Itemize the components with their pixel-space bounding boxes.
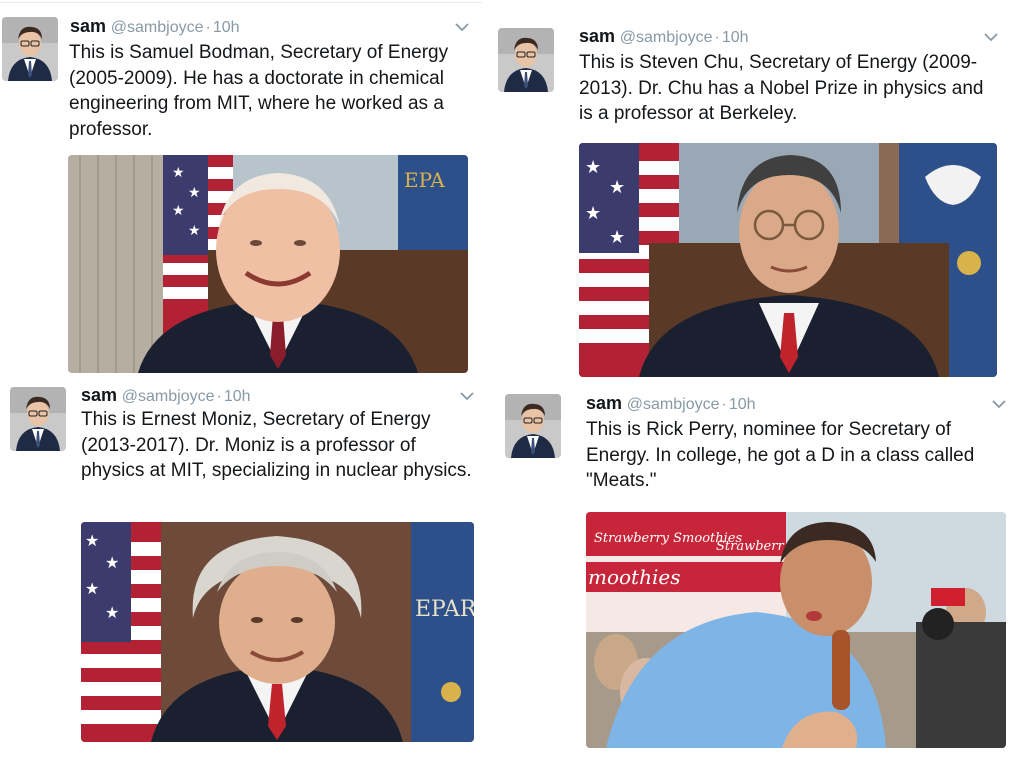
- display-name[interactable]: sam: [81, 385, 117, 405]
- avatar[interactable]: [10, 387, 66, 451]
- svg-text:★: ★: [105, 553, 119, 572]
- separator-dot: ·: [205, 19, 211, 36]
- tweet-text: This is Samuel Bodman, Secretary of Ener…: [69, 42, 449, 140]
- tweet-text: This is Rick Perry, nominee for Secretar…: [586, 419, 975, 491]
- display-name[interactable]: sam: [586, 393, 622, 413]
- tweet-photo[interactable]: ★ ★ ★ ★ EPAR: [81, 522, 474, 742]
- svg-text:★: ★: [188, 185, 201, 201]
- timestamp[interactable]: 10h: [722, 29, 749, 46]
- svg-text:★: ★: [188, 223, 201, 239]
- seal-text: EPA: [404, 168, 445, 192]
- username[interactable]: @sambjoyce: [627, 396, 720, 413]
- tweet-divider: [0, 2, 482, 3]
- tweet-photo[interactable]: ★ ★ ★ ★ EPA: [68, 155, 468, 373]
- username[interactable]: @sambjoyce: [111, 19, 204, 36]
- svg-text:★: ★: [85, 531, 99, 550]
- svg-text:★: ★: [585, 203, 601, 224]
- avatar[interactable]: [498, 28, 554, 92]
- tweet-text: This is Ernest Moniz, Secretary of Energ…: [81, 409, 472, 481]
- tweet-photo[interactable]: ★ ★ ★ ★: [579, 143, 997, 377]
- tweet-photo[interactable]: Strawberry Smoothies moothies Strawberr: [586, 512, 1006, 748]
- timestamp[interactable]: 10h: [224, 388, 251, 405]
- svg-text:★: ★: [172, 203, 185, 219]
- svg-text:★: ★: [85, 579, 99, 598]
- timestamp[interactable]: 10h: [729, 396, 756, 413]
- timestamp[interactable]: 10h: [213, 19, 240, 36]
- chevron-down-icon[interactable]: [992, 399, 1006, 409]
- svg-text:★: ★: [609, 227, 625, 248]
- chevron-down-icon[interactable]: [984, 32, 998, 42]
- svg-text:★: ★: [172, 165, 185, 181]
- username[interactable]: @sambjoyce: [620, 29, 713, 46]
- chevron-down-icon[interactable]: [460, 391, 474, 401]
- sign-text: Strawberr: [716, 539, 784, 554]
- svg-text:★: ★: [609, 177, 625, 198]
- chevron-down-icon[interactable]: [455, 22, 469, 32]
- display-name[interactable]: sam: [579, 26, 615, 46]
- tweet-text: This is Steven Chu, Secretary of Energy …: [579, 52, 984, 124]
- svg-text:★: ★: [105, 603, 119, 622]
- separator-dot: ·: [721, 396, 727, 413]
- svg-text:★: ★: [585, 157, 601, 178]
- avatar[interactable]: [505, 394, 561, 458]
- separator-dot: ·: [714, 29, 720, 46]
- seal-text: EPAR: [415, 597, 474, 622]
- username[interactable]: @sambjoyce: [122, 388, 215, 405]
- sign-text: moothies: [588, 565, 680, 589]
- avatar[interactable]: [2, 17, 58, 81]
- separator-dot: ·: [216, 388, 222, 405]
- display-name[interactable]: sam: [70, 16, 106, 36]
